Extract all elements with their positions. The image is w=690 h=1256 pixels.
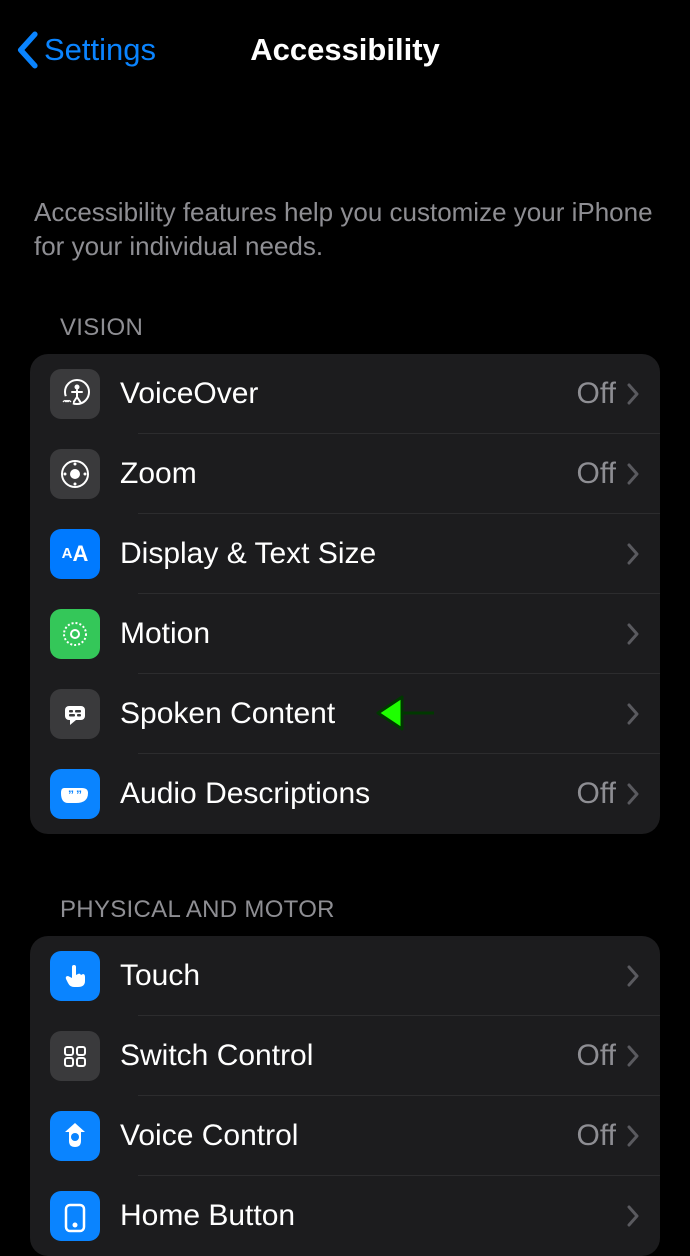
back-button[interactable]: Settings <box>16 31 156 69</box>
chevron-right-icon <box>626 1124 640 1148</box>
chevron-right-icon <box>626 964 640 988</box>
voice-control-value: Off <box>577 1119 616 1153</box>
display-text-icon: AA <box>50 529 100 579</box>
touch-icon <box>50 951 100 1001</box>
home-button-label: Home Button <box>120 1199 626 1233</box>
chevron-right-icon <box>626 702 640 726</box>
nav-header: Settings Accessibility <box>0 0 690 100</box>
section-header-physical: Physical and Motor <box>0 896 690 924</box>
page-description: Accessibility features help you customiz… <box>0 196 690 264</box>
audio-descriptions-value: Off <box>577 777 616 811</box>
row-audio-descriptions[interactable]: ” ” Audio Descriptions Off <box>30 754 660 834</box>
row-voiceover[interactable]: VoiceOver Off <box>30 354 660 434</box>
row-display-text-size[interactable]: AA Display & Text Size <box>30 514 660 594</box>
switch-control-icon <box>50 1031 100 1081</box>
voice-control-icon <box>50 1111 100 1161</box>
voiceover-icon <box>50 369 100 419</box>
row-home-button[interactable]: Home Button <box>30 1176 660 1256</box>
row-touch[interactable]: Touch <box>30 936 660 1016</box>
row-motion[interactable]: Motion <box>30 594 660 674</box>
section-physical: Touch Switch Control Off Voice Control <box>30 936 660 1256</box>
voiceover-value: Off <box>577 377 616 411</box>
audio-descriptions-label: Audio Descriptions <box>120 777 577 811</box>
chevron-right-icon <box>626 782 640 806</box>
chevron-right-icon <box>626 462 640 486</box>
motion-icon <box>50 609 100 659</box>
chevron-right-icon <box>626 1204 640 1228</box>
spoken-content-label: Spoken Content <box>120 697 626 731</box>
page-title: Accessibility <box>250 32 440 68</box>
row-switch-control[interactable]: Switch Control Off <box>30 1016 660 1096</box>
row-voice-control[interactable]: Voice Control Off <box>30 1096 660 1176</box>
section-vision: VoiceOver Off Zoom Off AA Display & Text… <box>30 354 660 834</box>
chevron-right-icon <box>626 382 640 406</box>
voiceover-label: VoiceOver <box>120 377 577 411</box>
switch-control-value: Off <box>577 1039 616 1073</box>
svg-text:”: ” <box>76 788 82 802</box>
switch-control-label: Switch Control <box>120 1039 577 1073</box>
svg-text:”: ” <box>68 788 74 802</box>
speech-bubble-icon <box>50 689 100 739</box>
back-label: Settings <box>44 32 156 68</box>
section-header-vision: Vision <box>0 314 690 342</box>
home-button-icon <box>50 1191 100 1241</box>
motion-label: Motion <box>120 617 626 651</box>
zoom-icon <box>50 449 100 499</box>
touch-label: Touch <box>120 959 626 993</box>
row-zoom[interactable]: Zoom Off <box>30 434 660 514</box>
display-text-label: Display & Text Size <box>120 537 626 571</box>
zoom-label: Zoom <box>120 457 577 491</box>
chevron-left-icon <box>16 31 38 69</box>
chevron-right-icon <box>626 542 640 566</box>
zoom-value: Off <box>577 457 616 491</box>
row-spoken-content[interactable]: Spoken Content <box>30 674 660 754</box>
chevron-right-icon <box>626 622 640 646</box>
chevron-right-icon <box>626 1044 640 1068</box>
audio-descriptions-icon: ” ” <box>50 769 100 819</box>
voice-control-label: Voice Control <box>120 1119 577 1153</box>
